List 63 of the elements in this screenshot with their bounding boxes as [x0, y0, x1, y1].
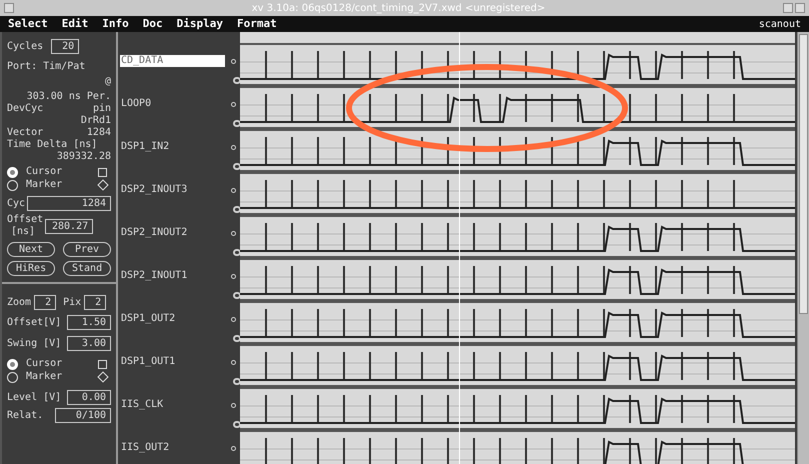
signal-name[interactable]: IIS_OUT2 — [120, 442, 225, 454]
offset-v-label: Offset[V] — [7, 316, 62, 328]
panel-button[interactable]: HiRes — [7, 261, 55, 276]
minimize-icon[interactable] — [783, 3, 793, 13]
signal-name[interactable]: LOOP0 — [120, 98, 225, 110]
swing-label: Swing [V] — [7, 338, 62, 350]
cyc-field[interactable]: 1284 — [27, 196, 111, 211]
radio-button[interactable] — [7, 180, 18, 190]
offset-unit: [ns] — [10, 226, 36, 238]
radio-label: Cursor — [26, 358, 64, 370]
pix-field[interactable]: 2 — [84, 295, 106, 310]
menu-item[interactable]: Edit — [62, 16, 88, 32]
panel-button[interactable]: Next — [7, 242, 55, 257]
signal-name[interactable]: CD_DATA — [120, 55, 225, 67]
radio-label: Cursor — [26, 166, 64, 178]
signal-name[interactable]: DSP1_OUT1 — [120, 356, 225, 368]
signal-name[interactable]: DSP2_INOUT1 — [120, 270, 225, 282]
period-text: 303.00 ns Per. — [26, 91, 111, 103]
square-icon — [98, 360, 107, 368]
cycles-field[interactable]: 20 — [51, 39, 80, 54]
panel-button[interactable]: Stand — [63, 261, 111, 276]
time-delta-label: Time Delta [ns] — [7, 139, 98, 151]
port-label: Port: Tim/Pat — [7, 61, 86, 73]
cyc-label: Cyc — [7, 198, 26, 210]
pix-label: Pix — [63, 296, 82, 308]
offset-v-field[interactable]: 1.50 — [67, 315, 111, 330]
vector-value: 1284 — [86, 127, 111, 139]
scrollbar[interactable] — [797, 32, 809, 464]
relat-field[interactable]: 0/100 — [55, 408, 111, 423]
menu-item[interactable]: Select — [8, 16, 48, 32]
devcyc-value: pin — [92, 103, 111, 115]
panel-button[interactable]: Prev — [63, 242, 111, 257]
zoom-field[interactable]: 2 — [34, 295, 56, 310]
menu-item[interactable]: Display — [176, 16, 223, 32]
level-label: Level [V] — [7, 392, 62, 404]
at-label: @ — [104, 76, 111, 88]
signal-name[interactable]: IIS_CLK — [120, 399, 225, 411]
signal-name[interactable]: DSP1_OUT2 — [120, 313, 225, 325]
menu-item[interactable]: Doc — [142, 16, 163, 32]
time-delta-value: 389332.28 — [56, 151, 111, 163]
devcyc-label: DevCyc — [7, 103, 44, 115]
menu-item[interactable]: Info — [102, 16, 129, 32]
zoom-label: Zoom — [7, 296, 32, 308]
signal-name[interactable]: DSP2_INOUT2 — [120, 227, 225, 239]
signal-name[interactable]: DSP2_INOUT3 — [120, 184, 225, 196]
radio-label: Marker — [26, 179, 64, 191]
menu-item[interactable]: Format — [236, 16, 277, 32]
radio-button[interactable] — [7, 372, 18, 382]
radio-label: Marker — [26, 371, 64, 383]
drrd-text: DrRd1 — [80, 115, 111, 127]
scanout-label: scanout — [758, 18, 801, 32]
maximize-icon[interactable] — [795, 3, 805, 13]
offset-field[interactable]: 280.27 — [45, 218, 94, 234]
cycles-label: Cycles — [7, 40, 44, 52]
scrollbar-thumb[interactable] — [799, 34, 808, 314]
relat-label: Relat. — [7, 410, 44, 422]
signal-name[interactable]: DSP1_IN2 — [120, 141, 225, 153]
offset-label: Offset — [7, 214, 44, 226]
swing-field[interactable]: 3.00 — [67, 336, 111, 351]
vector-label: Vector — [7, 127, 44, 139]
level-field[interactable]: 0.00 — [67, 390, 111, 405]
window-menu-icon[interactable] — [4, 3, 14, 13]
square-icon — [98, 168, 107, 176]
